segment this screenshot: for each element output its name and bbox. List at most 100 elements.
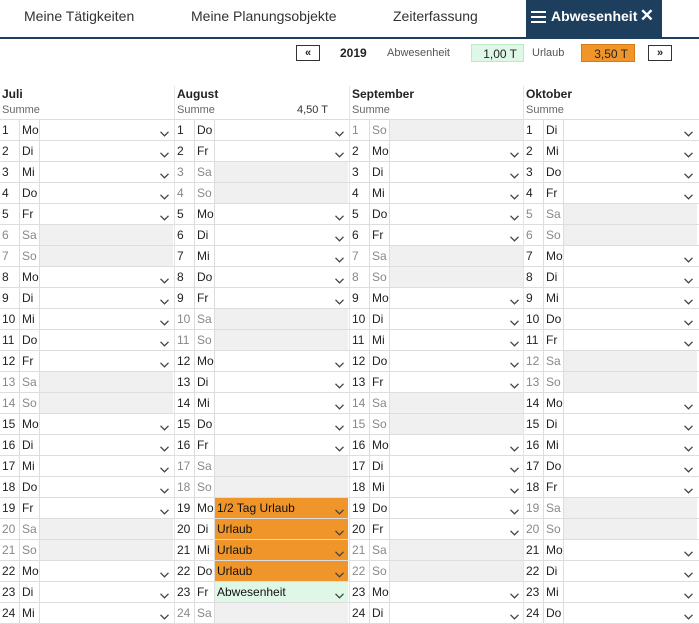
prev-year-button[interactable]: « bbox=[296, 45, 320, 61]
absence-select[interactable] bbox=[389, 162, 523, 182]
day-number: 6 bbox=[2, 228, 9, 242]
absence-select[interactable] bbox=[563, 582, 697, 602]
absence-select[interactable] bbox=[214, 393, 348, 413]
day-row: 17 Mi bbox=[0, 456, 175, 477]
day-row: 15 Do bbox=[175, 414, 350, 435]
tab-meine-taetigkeiten[interactable]: Meine Tätigkeiten bbox=[24, 0, 134, 37]
absence-select[interactable] bbox=[39, 498, 173, 518]
absence-select[interactable] bbox=[39, 183, 173, 203]
absence-select[interactable] bbox=[39, 477, 173, 497]
absence-select[interactable] bbox=[39, 603, 173, 623]
absence-select[interactable] bbox=[389, 456, 523, 476]
absence-select[interactable] bbox=[214, 414, 348, 434]
day-number: 20 bbox=[177, 522, 191, 536]
absence-select[interactable] bbox=[389, 477, 523, 497]
absence-select[interactable] bbox=[214, 372, 348, 392]
day-number: 15 bbox=[177, 417, 191, 431]
absence-select[interactable] bbox=[39, 414, 173, 434]
summary-toolbar: « 2019 Abwesenheit 1,00 T Urlaub 3,50 T … bbox=[0, 44, 699, 66]
absence-select[interactable] bbox=[389, 582, 523, 602]
absence-select[interactable]: Urlaub bbox=[214, 561, 348, 581]
absence-select[interactable] bbox=[214, 120, 348, 140]
day-number: 10 bbox=[2, 312, 16, 326]
absence-select[interactable] bbox=[39, 162, 173, 182]
absence-select[interactable]: Urlaub bbox=[214, 540, 348, 560]
absence-select[interactable] bbox=[214, 225, 348, 245]
absence-select[interactable] bbox=[39, 330, 173, 350]
absence-select[interactable]: Urlaub bbox=[214, 519, 348, 539]
day-row: 6 Di bbox=[175, 225, 350, 246]
absence-select[interactable] bbox=[389, 435, 523, 455]
absence-select[interactable] bbox=[214, 435, 348, 455]
absence-select[interactable] bbox=[563, 540, 697, 560]
absence-select[interactable] bbox=[39, 351, 173, 371]
absence-select[interactable] bbox=[39, 456, 173, 476]
absence-select[interactable] bbox=[214, 351, 348, 371]
absence-select[interactable] bbox=[39, 141, 173, 161]
absence-select[interactable] bbox=[39, 204, 173, 224]
absence-select[interactable] bbox=[389, 498, 523, 518]
absence-select[interactable] bbox=[563, 309, 697, 329]
absence-select[interactable] bbox=[563, 435, 697, 455]
absence-select[interactable] bbox=[389, 351, 523, 371]
absence-select[interactable] bbox=[563, 330, 697, 350]
absence-select[interactable] bbox=[389, 141, 523, 161]
absence-select[interactable] bbox=[389, 204, 523, 224]
absence-select[interactable] bbox=[389, 309, 523, 329]
absence-select[interactable] bbox=[563, 603, 697, 623]
absence-select[interactable] bbox=[214, 141, 348, 161]
absence-select[interactable] bbox=[389, 519, 523, 539]
day-row: 6 Sa bbox=[0, 225, 175, 246]
chevron-down-icon bbox=[160, 357, 169, 368]
tab-zeiterfassung[interactable]: Zeiterfassung bbox=[393, 0, 478, 37]
absence-select[interactable] bbox=[389, 288, 523, 308]
absence-select[interactable] bbox=[563, 414, 697, 434]
absence-select[interactable] bbox=[389, 225, 523, 245]
absence-cell-disabled bbox=[39, 540, 173, 560]
absence-select[interactable] bbox=[39, 120, 173, 140]
absence-select[interactable]: 1/2 Tag Urlaub bbox=[214, 498, 348, 518]
absence-select[interactable] bbox=[563, 393, 697, 413]
absence-select[interactable] bbox=[563, 288, 697, 308]
absence-select[interactable] bbox=[389, 330, 523, 350]
absence-select[interactable] bbox=[389, 183, 523, 203]
chevron-down-icon bbox=[684, 147, 693, 158]
chevron-down-icon bbox=[684, 588, 693, 599]
month-summary: Summe 4,50 T bbox=[175, 102, 350, 119]
absence-select[interactable] bbox=[39, 561, 173, 581]
absence-select[interactable] bbox=[563, 141, 697, 161]
absence-select[interactable] bbox=[214, 288, 348, 308]
day-row: 3 Mi bbox=[0, 162, 175, 183]
absence-select[interactable] bbox=[563, 456, 697, 476]
next-year-button[interactable]: » bbox=[648, 45, 672, 61]
day-row: 4 So bbox=[175, 183, 350, 204]
absence-select[interactable] bbox=[39, 309, 173, 329]
absence-select[interactable] bbox=[39, 288, 173, 308]
close-icon[interactable]: ✕ bbox=[640, 0, 654, 32]
absence-select[interactable] bbox=[563, 561, 697, 581]
sum-value: 4,50 T bbox=[297, 104, 328, 116]
absence-select[interactable] bbox=[563, 162, 697, 182]
absence-select[interactable] bbox=[214, 246, 348, 266]
absence-select[interactable] bbox=[39, 435, 173, 455]
absence-select[interactable] bbox=[389, 603, 523, 623]
absence-select[interactable] bbox=[214, 204, 348, 224]
absence-select[interactable] bbox=[389, 372, 523, 392]
absence-value: 1/2 Tag Urlaub bbox=[217, 501, 295, 515]
absence-select[interactable] bbox=[563, 183, 697, 203]
day-number: 21 bbox=[177, 543, 191, 557]
menu-icon[interactable] bbox=[531, 11, 546, 23]
absence-select[interactable] bbox=[563, 246, 697, 266]
absence-select[interactable] bbox=[563, 477, 697, 497]
tab-abwesenheit[interactable]: Abwesenheit ✕ bbox=[526, 0, 662, 37]
absence-select[interactable] bbox=[563, 120, 697, 140]
absence-cell-disabled bbox=[389, 414, 523, 434]
day-row: 17 Di bbox=[350, 456, 525, 477]
day-number: 6 bbox=[352, 228, 359, 242]
absence-select[interactable]: Abwesenheit bbox=[214, 582, 348, 602]
tab-meine-planungsobjekte[interactable]: Meine Planungsobjekte bbox=[191, 0, 337, 37]
absence-select[interactable] bbox=[39, 267, 173, 287]
absence-select[interactable] bbox=[214, 267, 348, 287]
absence-select[interactable] bbox=[39, 582, 173, 602]
absence-select[interactable] bbox=[563, 267, 697, 287]
